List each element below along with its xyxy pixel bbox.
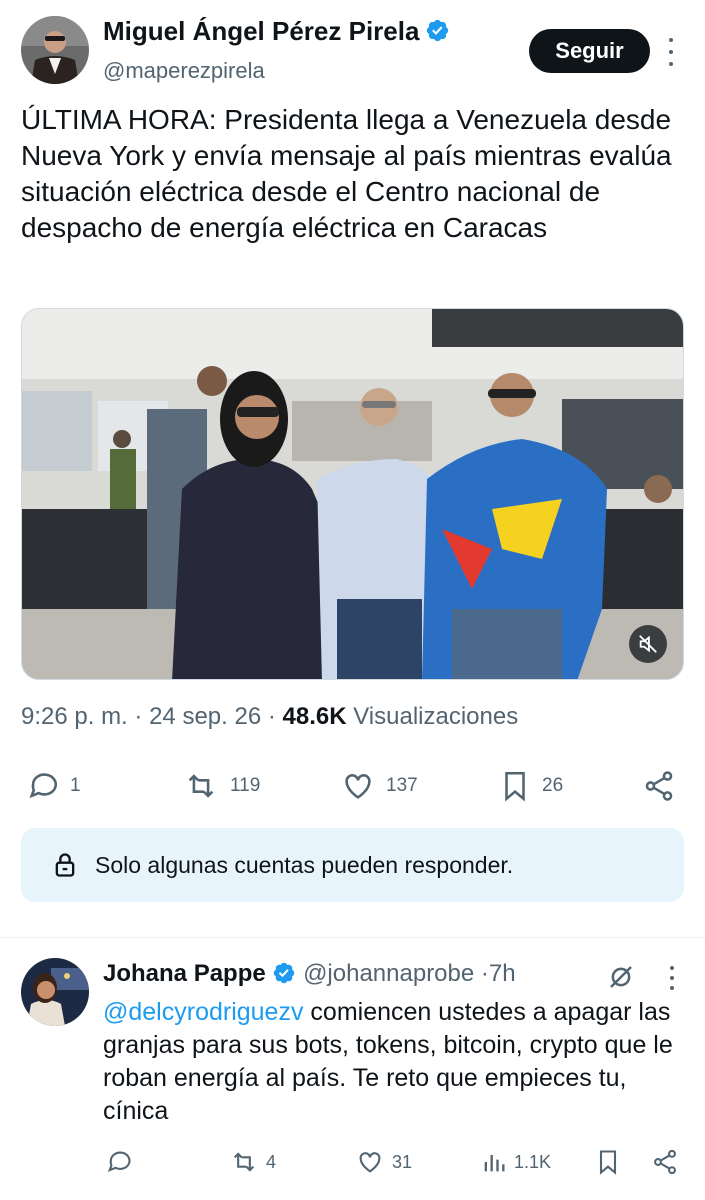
repost-count: 119 [230,775,261,796]
divider [0,937,705,938]
reply-author-avatar[interactable] [21,958,89,1026]
share-icon [654,1149,676,1175]
post-header: Miguel Ángel Pérez Pirela @maperezpirela… [0,0,705,100]
share-button[interactable] [640,760,686,812]
verified-badge-icon [274,962,295,984]
bookmark-button[interactable]: 26 [496,760,563,812]
video-frame-image [22,309,683,679]
reply-author-name[interactable]: Johana Pappe [103,960,266,987]
bookmark-icon [599,1150,617,1175]
follow-button[interactable]: Seguir [529,29,650,73]
reply-time[interactable]: 7h [489,960,516,987]
lock-icon [55,853,75,877]
reply-tweet[interactable]: Johana Pappe @johannaprobe ·7h @delcyrod… [0,940,705,1200]
meta-separator: · [134,703,150,730]
repost-button[interactable]: 119 [180,760,260,812]
reply-author-handle[interactable]: @johannaprobe [303,960,474,987]
post-meta: 9:26 p. m. · 24 sep. 26 · 48.6K Visualiz… [21,703,518,731]
post-date[interactable]: 24 sep. 26 [149,703,261,730]
more-options-icon[interactable] [660,38,682,66]
reply-mention-link[interactable]: @delcyrodriguezv [103,998,303,1026]
heart-icon [359,1152,381,1173]
author-name[interactable]: Miguel Ángel Pérez Pirela [103,16,450,47]
views-count: 48.6K [282,703,347,730]
repost-icon [233,1152,255,1172]
repost-icon [188,774,214,798]
reply-views-button[interactable]: 1.1K [480,1140,551,1184]
meta-separator: · [480,960,489,987]
reply-views-count: 1.1K [514,1151,552,1172]
reply-text: @delcyrodriguezv comiencen ustedes a apa… [103,996,693,1128]
reply-actions: 4 31 1.1K [0,1140,705,1184]
post-text: ÚLTIMA HORA: Presidenta llega a Venezuel… [21,104,672,243]
reply-repost-count: 4 [266,1151,277,1172]
meta-separator: · [267,703,283,730]
author-handle[interactable]: @maperezpirela [103,58,265,84]
share-icon [645,771,673,801]
bookmark-count: 26 [542,775,564,796]
analytics-icon [484,1155,505,1172]
author-name-text[interactable]: Miguel Ángel Pérez Pirela [103,16,419,46]
post-video[interactable] [21,308,684,680]
reply-header: Johana Pappe @johannaprobe ·7h [103,960,516,988]
reply-more-options-icon[interactable] [662,966,682,990]
bookmark-icon [505,771,525,802]
reply-restriction-notice: Solo algunas cuentas pueden responder. [21,828,684,902]
heart-icon [345,774,371,799]
like-button[interactable]: 137 [338,760,418,812]
post-time[interactable]: 9:26 p. m. [21,703,128,730]
reply-button[interactable]: 1 [24,760,81,812]
reply-restriction-text: Solo algunas cuentas pueden responder. [95,851,514,878]
reply-icon [107,1151,131,1173]
reply-icon [29,773,58,799]
reply-bookmark-button[interactable] [594,1140,628,1184]
mute-icon[interactable] [629,625,667,663]
reply-like-count: 31 [392,1151,413,1172]
reply-reply-button[interactable] [104,1140,140,1184]
reply-count: 1 [70,775,81,796]
grok-icon[interactable] [606,962,636,997]
post-actions: 1 119 137 26 [0,760,705,812]
verified-badge-icon [427,19,449,42]
reply-repost-button[interactable]: 4 [228,1140,276,1184]
like-count: 137 [386,775,418,796]
reply-like-button[interactable]: 31 [354,1140,412,1184]
views-label: Visualizaciones [353,703,519,730]
author-avatar[interactable] [21,16,89,84]
reply-share-button[interactable] [650,1140,686,1184]
